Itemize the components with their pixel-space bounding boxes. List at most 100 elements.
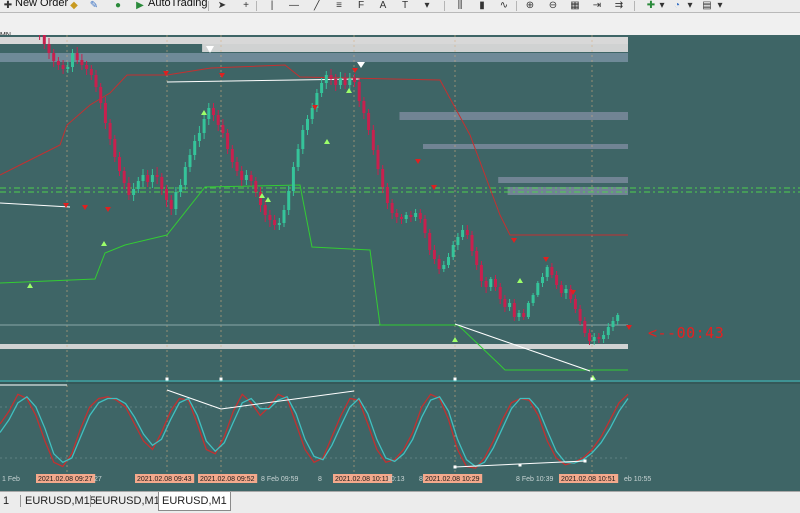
candle-body — [512, 303, 516, 317]
new-order-button[interactable]: New Order — [15, 0, 68, 11]
candle-body — [334, 79, 338, 85]
buy-arrow — [452, 337, 458, 342]
candle-body — [461, 230, 465, 237]
chart-tab-1[interactable]: 1 — [0, 494, 12, 509]
supply-demand-zone — [399, 112, 628, 120]
shapes-dropdown-icon[interactable]: ▾ — [421, 0, 433, 11]
zoom-in-icon[interactable]: ⊕ — [524, 0, 536, 11]
tile-windows-icon[interactable]: ▦ — [569, 0, 581, 11]
candle-body — [244, 175, 248, 180]
gold-bars-icon[interactable]: ◆ — [68, 0, 80, 11]
horizontal-line-icon[interactable]: — — [288, 0, 300, 11]
price-chart[interactable]: 1 Feb 2021.02.08 09:27 27 2021.02.08 09:43 2… — [0, 35, 800, 491]
crosshair-icon[interactable]: + — [240, 0, 252, 11]
timeframe-strip: MN — [0, 13, 800, 39]
time-axis-label: 2021.02.08 10:29 — [425, 476, 480, 483]
candle-body — [602, 335, 606, 339]
chart-tab-4[interactable]: EURUSD,M1 — [158, 492, 231, 511]
templates-icon[interactable]: ▤ — [701, 0, 713, 11]
sell-arrow — [511, 238, 517, 243]
time-axis-label: 10:13 — [387, 476, 405, 483]
candle-body — [52, 53, 56, 61]
candle-body — [216, 115, 220, 125]
candle-body — [611, 321, 615, 327]
candle-body — [71, 53, 74, 67]
candlestick-icon[interactable]: ▮ — [476, 0, 488, 11]
right-margin — [628, 35, 800, 491]
candle-body — [371, 130, 375, 150]
cursor-icon[interactable]: ➤ — [216, 0, 228, 11]
candle-body — [268, 215, 272, 220]
candle-body — [174, 192, 178, 209]
candle-body — [263, 205, 267, 215]
periods-icon[interactable]: ◔ — [671, 0, 683, 11]
autotrading-icon[interactable]: ▶ — [134, 0, 146, 11]
chart-shift-icon[interactable]: ⇥ — [591, 0, 603, 11]
time-axis-label: 2021.02.08 10:51 — [561, 476, 616, 483]
chart-window[interactable]: 1 Feb 2021.02.08 09:27 27 2021.02.08 09:43 2… — [0, 35, 800, 491]
line-chart-icon[interactable]: ∿ — [498, 0, 510, 11]
candle-body — [329, 75, 333, 79]
periods-dropdown-icon[interactable]: ▾ — [684, 0, 696, 11]
time-axis-label: 2021.02.08 10:11 — [335, 476, 389, 483]
candle-body — [541, 277, 544, 283]
upper-band-line — [0, 64, 628, 236]
candle-body — [508, 303, 512, 307]
templates-dropdown-icon[interactable]: ▾ — [714, 0, 726, 11]
candle-body — [141, 175, 145, 181]
candle-body — [47, 44, 51, 53]
candle-body — [287, 191, 291, 210]
candle-body — [400, 217, 403, 219]
trendline-anchor — [583, 459, 587, 463]
time-axis-label: 8 — [318, 476, 322, 483]
candle-body — [498, 287, 502, 299]
time-axis-label: 8 Feb 09:59 — [261, 476, 298, 483]
candle-body — [324, 75, 328, 83]
fibonacci-icon[interactable]: F — [355, 0, 367, 11]
supply-demand-zone — [0, 344, 628, 349]
candle-body — [583, 321, 587, 333]
time-axis-label: 2021.02.08 09:43 — [137, 476, 192, 483]
candle-body — [103, 103, 107, 123]
toolbar-separator — [256, 1, 257, 11]
candle-body — [484, 281, 488, 287]
toolbar-separator — [208, 1, 209, 11]
candle-body — [113, 139, 117, 157]
candle-body — [94, 75, 98, 87]
text-icon[interactable]: A — [377, 0, 389, 11]
time-axis-label: 8 — [419, 476, 423, 483]
label-icon[interactable]: T — [399, 0, 411, 11]
zoom-out-icon[interactable]: ⊖ — [547, 0, 559, 11]
autotrading-button[interactable]: AutoTrading — [148, 0, 208, 11]
vertical-line-icon[interactable]: | — [266, 0, 278, 11]
globe-icon[interactable]: ● — [112, 0, 124, 11]
trendline-icon[interactable]: ╱ — [311, 0, 323, 11]
sell-arrow — [543, 257, 549, 262]
meta-editor-icon[interactable]: ✎ — [88, 0, 100, 11]
candle-body — [432, 250, 436, 259]
chart-tab-2[interactable]: EURUSD,M15 — [22, 494, 99, 509]
candle-body — [414, 213, 418, 217]
buy-arrow — [201, 110, 207, 115]
new-order-icon[interactable]: ✚ — [2, 0, 14, 11]
candle-body — [385, 187, 389, 203]
candle-body — [404, 215, 408, 219]
candle-body — [531, 295, 535, 303]
candle-body — [66, 67, 70, 69]
candle-body — [588, 333, 591, 341]
sell-arrow — [415, 159, 421, 164]
bar-chart-icon[interactable]: ⫼ — [454, 0, 466, 11]
candle-body — [475, 251, 479, 265]
candle-body — [310, 108, 314, 119]
indicators-dropdown-icon[interactable]: ▾ — [656, 0, 668, 11]
supply-demand-zone — [423, 144, 628, 149]
candle-body — [489, 279, 493, 287]
candle-body — [99, 87, 103, 103]
channel-icon[interactable]: ≡ — [333, 0, 345, 11]
autoscroll-icon[interactable]: ⇉ — [613, 0, 625, 11]
candle-body — [179, 185, 183, 192]
candle-body — [169, 200, 173, 209]
buy-arrow — [265, 197, 271, 202]
candle-body — [395, 213, 399, 217]
chart-tab-3[interactable]: EURUSD,M1 — [92, 494, 163, 509]
